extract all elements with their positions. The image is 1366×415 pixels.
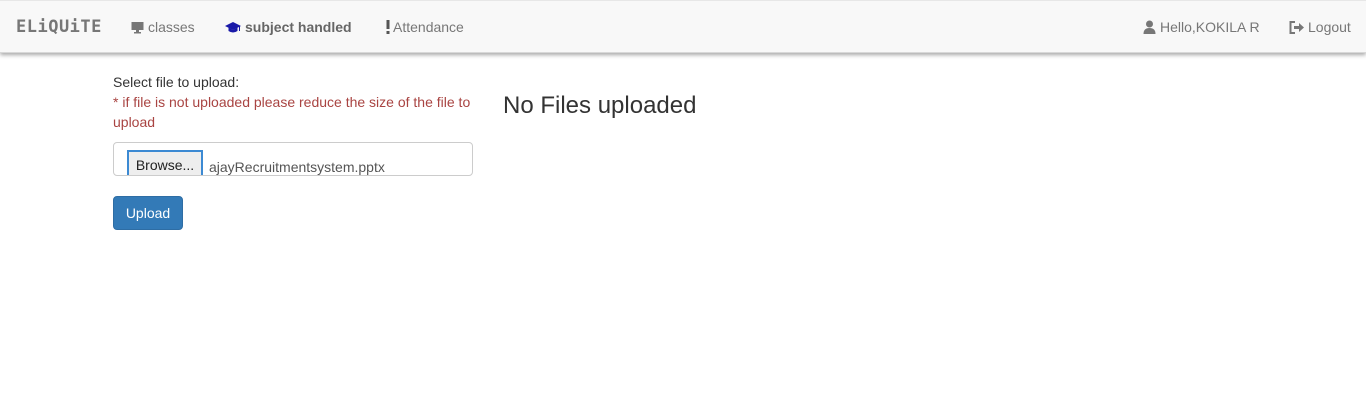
browse-button[interactable]: Browse...	[127, 150, 203, 175]
exclamation-icon	[385, 20, 391, 34]
nav-label-classes: classes	[148, 19, 195, 35]
file-input[interactable]: Browse... ajayRecruitmentsystem.pptx	[113, 142, 473, 176]
brand-logo[interactable]: ELiQUiTE	[16, 17, 102, 37]
upload-warning-text: * if file is not uploaded please reduce …	[113, 94, 471, 130]
desktop-icon	[131, 21, 144, 34]
selected-file-name: ajayRecruitmentsystem.pptx	[209, 159, 385, 175]
nav-item-attendance[interactable]: Attendance	[385, 19, 464, 35]
nav-item-user[interactable]: Hello,KOKILA R	[1143, 19, 1260, 35]
nav-label-attendance: Attendance	[393, 19, 464, 35]
nav-label-user: Hello,KOKILA R	[1160, 19, 1260, 35]
upload-button[interactable]: Upload	[113, 196, 183, 230]
user-icon	[1143, 20, 1156, 34]
select-file-label: Select file to upload:	[113, 74, 240, 90]
nav-label-logout: Logout	[1308, 19, 1351, 35]
upload-form: Select file to upload: * if file is not …	[113, 72, 473, 230]
logout-link[interactable]: Logout	[1289, 19, 1351, 35]
no-files-message: No Files uploaded	[503, 92, 697, 119]
graduation-cap-icon	[225, 21, 241, 34]
nav-label-subject-handled: subject handled	[245, 19, 352, 35]
nav-item-subject-handled[interactable]: subject handled	[225, 19, 352, 35]
logout-icon	[1289, 20, 1304, 34]
top-navbar: ELiQUiTE classes subject handled Attenda…	[0, 0, 1366, 53]
nav-item-classes[interactable]: classes	[131, 19, 195, 35]
